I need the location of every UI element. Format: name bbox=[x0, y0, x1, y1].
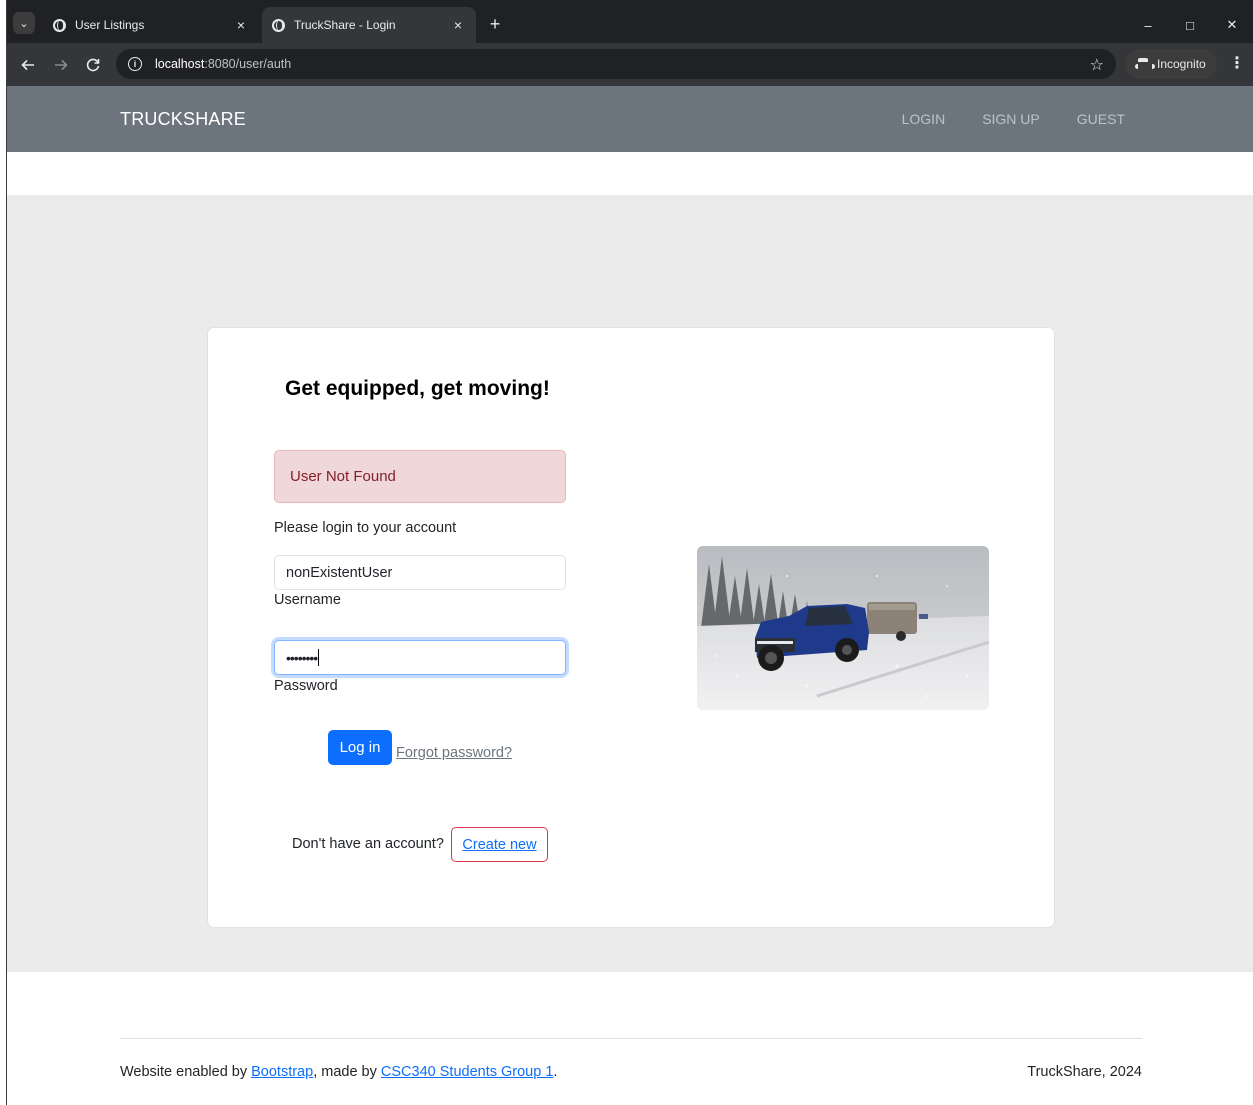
tab-title: User Listings bbox=[75, 18, 145, 32]
address-bar[interactable]: i localhost:8080/user/auth ☆ bbox=[116, 49, 1116, 79]
group-link[interactable]: CSC340 Students Group 1 bbox=[381, 1064, 554, 1080]
minimize-icon[interactable]: – bbox=[1127, 11, 1169, 39]
signup-prompt: Don't have an account? bbox=[292, 836, 444, 852]
star-icon[interactable]: ☆ bbox=[1090, 55, 1104, 75]
nav-guest-link[interactable]: GUEST bbox=[1077, 111, 1125, 127]
new-tab-button[interactable]: + bbox=[483, 13, 507, 37]
alert-text: User Not Found bbox=[290, 468, 396, 485]
login-button[interactable]: Log in bbox=[328, 730, 392, 765]
maximize-icon[interactable]: □ bbox=[1169, 11, 1211, 39]
incognito-badge[interactable]: Incognito bbox=[1125, 49, 1217, 79]
tab-close-icon[interactable]: × bbox=[231, 17, 251, 33]
tab-truckshare-login[interactable]: TruckShare - Login × bbox=[262, 7, 476, 43]
globe-icon bbox=[53, 18, 66, 32]
nav-links: LOGIN SIGN UP GUEST bbox=[902, 111, 1125, 127]
reload-icon[interactable] bbox=[81, 53, 105, 77]
page-title: Get equipped, get moving! bbox=[285, 377, 550, 400]
browser-chrome: ⌄ User Listings × TruckShare - Login × +… bbox=[7, 0, 1253, 86]
password-value: •••••••• bbox=[286, 649, 318, 666]
incognito-label: Incognito bbox=[1157, 57, 1206, 71]
tab-title: TruckShare - Login bbox=[294, 18, 396, 32]
username-value: nonExistentUser bbox=[286, 564, 393, 581]
tab-close-icon[interactable]: × bbox=[448, 17, 468, 33]
tab-search-icon[interactable]: ⌄ bbox=[13, 12, 35, 34]
footer-credits: Website enabled by Bootstrap, made by CS… bbox=[120, 1064, 558, 1080]
window-edge bbox=[0, 0, 7, 1105]
nav-signup-link[interactable]: SIGN UP bbox=[982, 111, 1040, 127]
arrow-right-icon[interactable] bbox=[49, 53, 73, 77]
globe-icon bbox=[272, 18, 285, 32]
password-input[interactable]: •••••••• bbox=[274, 640, 566, 675]
password-label: Password bbox=[274, 678, 338, 694]
nav-login-link[interactable]: LOGIN bbox=[902, 111, 946, 127]
text-caret bbox=[318, 649, 320, 666]
footer-divider bbox=[120, 1038, 1142, 1039]
info-icon[interactable]: i bbox=[128, 57, 142, 71]
browser-toolbar: i localhost:8080/user/auth ☆ Incognito ⋮ bbox=[7, 43, 1253, 86]
tab-user-listings[interactable]: User Listings × bbox=[43, 7, 259, 43]
login-prompt: Please login to your account bbox=[274, 520, 457, 536]
close-window-icon[interactable]: ✕ bbox=[1211, 11, 1253, 39]
truck-image bbox=[697, 546, 989, 710]
brand-logo[interactable]: TRUCKSHARE bbox=[120, 109, 246, 130]
username-label: Username bbox=[274, 592, 341, 608]
kebab-menu-icon[interactable]: ⋮ bbox=[1229, 53, 1245, 73]
arrow-left-icon[interactable] bbox=[16, 53, 40, 77]
url-text: localhost:8080/user/auth bbox=[155, 57, 292, 71]
username-input[interactable]: nonExistentUser bbox=[274, 555, 566, 590]
footer-copyright: TruckShare, 2024 bbox=[1027, 1064, 1142, 1080]
create-account-button[interactable]: Create new bbox=[451, 827, 548, 862]
error-alert: User Not Found bbox=[274, 450, 566, 503]
tab-strip: ⌄ User Listings × TruckShare - Login × +… bbox=[7, 7, 1253, 43]
forgot-password-link[interactable]: Forgot password? bbox=[396, 745, 512, 761]
bootstrap-link[interactable]: Bootstrap bbox=[251, 1064, 313, 1080]
window-controls: – □ ✕ bbox=[1127, 11, 1253, 39]
incognito-icon bbox=[1135, 58, 1155, 70]
site-navbar: TRUCKSHARE LOGIN SIGN UP GUEST bbox=[7, 86, 1253, 152]
